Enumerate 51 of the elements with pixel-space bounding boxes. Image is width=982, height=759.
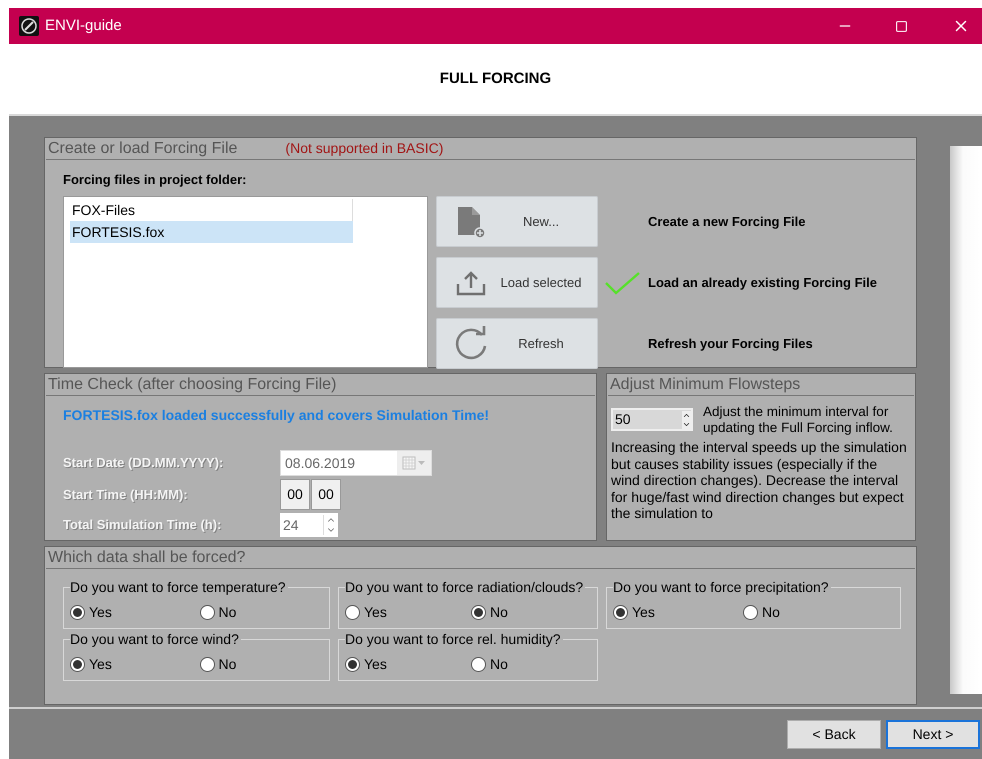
field-label: Total Simulation Time (h): [63, 517, 222, 532]
radio-button[interactable] [345, 657, 360, 672]
upload-icon [456, 270, 486, 296]
field-label: Start Time (HH:MM): [63, 486, 188, 502]
scrollbar[interactable] [950, 146, 982, 694]
radio-option[interactable]: Yes [70, 602, 200, 623]
status-message: FORTESIS.fox loaded successfully and covers Simulation Time! [63, 407, 490, 423]
radio-button[interactable] [613, 605, 628, 620]
panel-title: Which data shall be forced? [48, 550, 246, 566]
panel-title: Create or load Forcing File [48, 140, 238, 156]
field-label: Forcing files in project folder: [63, 172, 246, 187]
radio-option[interactable]: Yes [345, 654, 471, 675]
field-label: Load an already existing Forcing File [648, 274, 877, 292]
radio-button[interactable] [70, 605, 85, 620]
flowsteps-hint: Adjust the minimum interval for updating the Full Forcing inflow. [703, 404, 894, 436]
field-label: Create a new Forcing File [648, 212, 806, 231]
page-heading: FULL FORCING [440, 68, 552, 89]
radio-button[interactable] [471, 657, 486, 672]
panel-title: Adjust Minimum Flowsteps [610, 376, 800, 392]
maximize-icon[interactable] [895, 20, 908, 32]
field-label: Start Date (DD.MM.YYYY): [63, 455, 224, 470]
radio-button[interactable] [345, 605, 360, 620]
radio-button[interactable] [70, 657, 85, 672]
flowsteps-description: Increasing the interval speeds up the simulation but causes stability issues (especially if the wind direction changes). Decrease the interval for huge/fast wind direction changes but expect the simulation to [611, 439, 908, 522]
nav-button[interactable]: Next > [886, 720, 980, 748]
basic-note: (Not supported in BASIC) [285, 139, 444, 158]
radio-button[interactable] [743, 605, 758, 620]
flowsteps-spinner[interactable]: 50 [611, 408, 693, 431]
action-button[interactable]: Refresh [436, 318, 598, 369]
radio-button[interactable] [200, 657, 214, 672]
action-button[interactable]: New... [436, 196, 598, 247]
nav-button[interactable]: < Back [787, 720, 881, 748]
radio-button[interactable] [200, 605, 214, 620]
window-title: ENVI-guide [45, 16, 122, 36]
radio-option[interactable]: Yes [70, 654, 200, 675]
radio-option[interactable]: No [200, 654, 329, 675]
new-file-icon [456, 204, 486, 238]
radio-option[interactable]: No [471, 654, 597, 675]
action-button[interactable]: Load selected [436, 257, 598, 308]
field-label: Refresh your Forcing Files [648, 334, 813, 353]
radio-option[interactable]: No [471, 602, 597, 623]
app-icon [19, 16, 39, 36]
file-list-item[interactable]: FOX-Files [70, 199, 353, 221]
file-list-item[interactable]: FORTESIS.fox [70, 221, 353, 243]
radio-option[interactable]: No [743, 602, 873, 623]
radio-option[interactable]: Yes [345, 602, 471, 623]
check-icon [605, 270, 641, 294]
panel-title: Time Check (after choosing Forcing File) [48, 376, 336, 392]
radio-option[interactable]: Yes [613, 602, 743, 623]
radio-button[interactable] [471, 605, 486, 620]
radio-option[interactable]: No [200, 602, 329, 623]
